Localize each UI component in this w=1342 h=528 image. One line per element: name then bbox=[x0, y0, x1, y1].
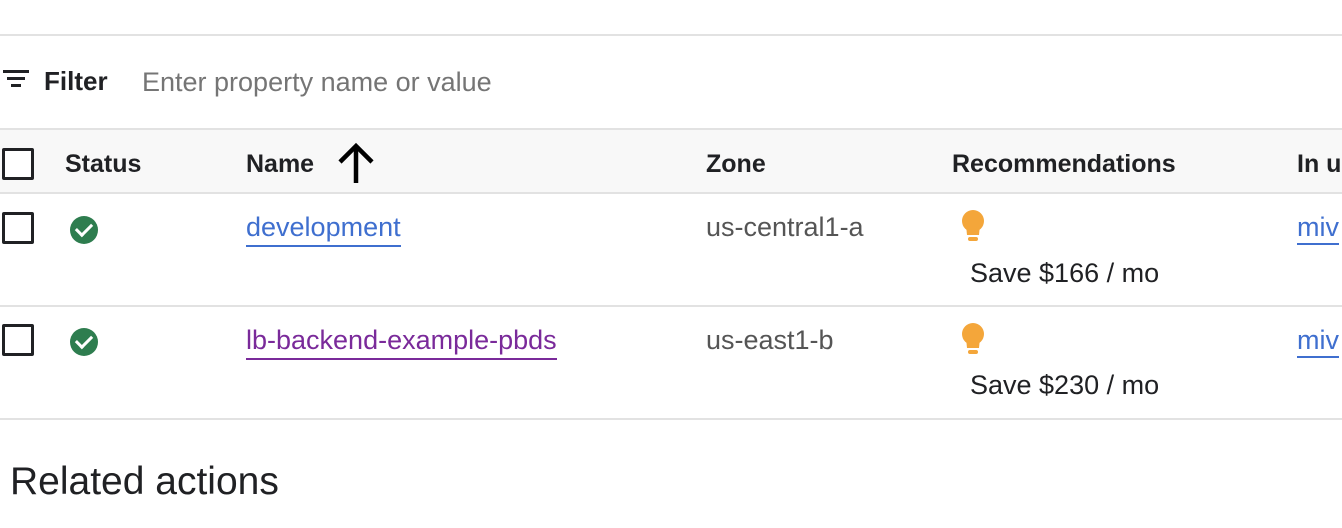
in-use-link[interactable]: miv bbox=[1297, 212, 1339, 245]
column-header-status[interactable]: Status bbox=[65, 150, 141, 179]
column-header-recommendations[interactable]: Recommendations bbox=[952, 150, 1176, 179]
lightbulb-icon[interactable] bbox=[960, 210, 986, 244]
table-header: Status Name Zone Recommendations In u bbox=[0, 128, 1342, 194]
top-divider bbox=[0, 34, 1342, 36]
select-all-checkbox[interactable] bbox=[2, 148, 34, 180]
zone-value: us-central1-a bbox=[706, 212, 864, 242]
related-actions-heading: Related actions bbox=[10, 460, 279, 503]
in-use-link[interactable]: miv bbox=[1297, 325, 1339, 358]
table-row[interactable]: lb-backend-example-pbds us-east1-b Save … bbox=[0, 307, 1342, 420]
status-ok-icon bbox=[70, 216, 98, 244]
column-header-name[interactable]: Name bbox=[246, 150, 314, 179]
column-header-in-use[interactable]: In u bbox=[1297, 150, 1341, 179]
instance-name-link[interactable]: lb-backend-example-pbds bbox=[246, 325, 557, 360]
recommendation-text: Save $166 / mo bbox=[970, 258, 1160, 288]
filter-label[interactable]: Filter bbox=[44, 66, 108, 97]
row-checkbox[interactable] bbox=[2, 212, 34, 244]
recommendation-text: Save $230 / mo bbox=[970, 370, 1160, 400]
instance-name-link[interactable]: development bbox=[246, 212, 401, 247]
status-ok-icon bbox=[70, 328, 98, 356]
table-row[interactable]: development us-central1-a Save $166 / mo… bbox=[0, 194, 1342, 307]
lightbulb-icon[interactable] bbox=[960, 323, 986, 357]
filter-icon[interactable] bbox=[3, 70, 31, 92]
row-checkbox[interactable] bbox=[2, 324, 34, 356]
arrow-up-icon[interactable] bbox=[336, 142, 376, 184]
column-header-zone[interactable]: Zone bbox=[706, 150, 766, 179]
zone-value: us-east1-b bbox=[706, 325, 834, 355]
filter-input[interactable] bbox=[142, 62, 742, 102]
